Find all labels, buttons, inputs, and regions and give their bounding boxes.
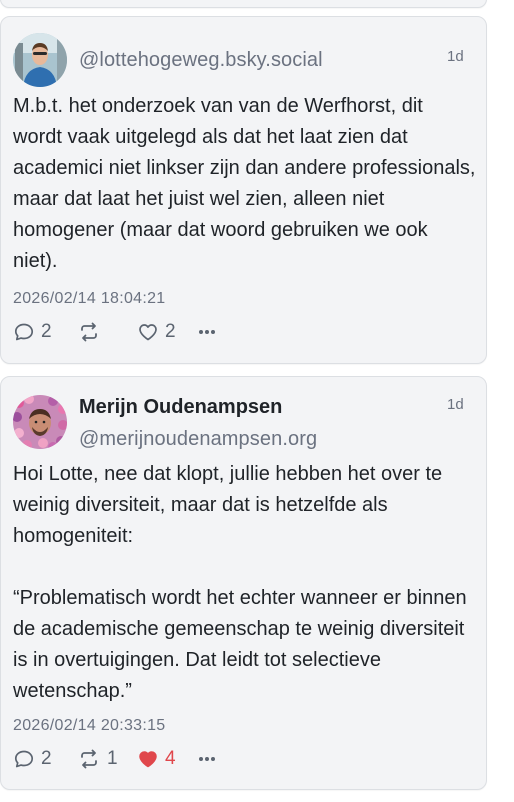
post-card[interactable]: @lottehogeweg.bsky.social 1d M.b.t. het … (0, 16, 487, 364)
author-display-name[interactable]: Merijn Oudenampsen (79, 396, 282, 419)
repost-icon (77, 748, 101, 770)
post-text: M.b.t. het onderzoek van van de Werfhors… (13, 95, 482, 272)
post-actions: 2 1 4 (13, 747, 217, 771)
more-options-button[interactable] (197, 753, 217, 765)
post-timestamp: 2026/02/14 20:33:15 (13, 717, 166, 734)
avatar[interactable] (13, 395, 67, 449)
repost-count: 1 (107, 748, 118, 769)
reply-count: 2 (41, 748, 52, 769)
more-options-button[interactable] (197, 326, 217, 338)
post-actions: 2 2 (13, 320, 217, 344)
like-count: 4 (165, 748, 176, 769)
reply-button[interactable]: 2 (13, 748, 77, 770)
post-timestamp: 2026/02/14 18:04:21 (13, 290, 166, 307)
repost-icon (77, 321, 101, 343)
post-text: Hoi Lotte, nee dat klopt, jullie hebben … (13, 463, 467, 702)
post-card[interactable]: Merijn Oudenampsen @merijnoudenampsen.or… (0, 376, 487, 790)
heart-filled-icon (137, 748, 159, 770)
feed: @lottehogeweg.bsky.social 1d M.b.t. het … (0, 0, 514, 802)
avatar[interactable] (13, 33, 67, 87)
previous-post-card[interactable] (0, 0, 487, 8)
like-count: 2 (165, 321, 176, 342)
like-button[interactable]: 4 (137, 748, 197, 770)
post-age[interactable]: 1d (447, 48, 464, 65)
heart-outline-icon (137, 321, 159, 343)
reply-button[interactable]: 2 (13, 321, 77, 343)
reply-count: 2 (41, 321, 52, 342)
like-button[interactable]: 2 (137, 321, 197, 343)
ellipsis-icon (197, 326, 217, 338)
ellipsis-icon (197, 753, 217, 765)
post-age[interactable]: 1d (447, 396, 464, 413)
author-handle[interactable]: @lottehogeweg.bsky.social (79, 49, 323, 72)
repost-button[interactable] (77, 321, 137, 343)
author-handle[interactable]: @merijnoudenampsen.org (79, 428, 317, 451)
repost-button[interactable]: 1 (77, 748, 137, 770)
reply-icon (13, 321, 35, 343)
reply-icon (13, 748, 35, 770)
